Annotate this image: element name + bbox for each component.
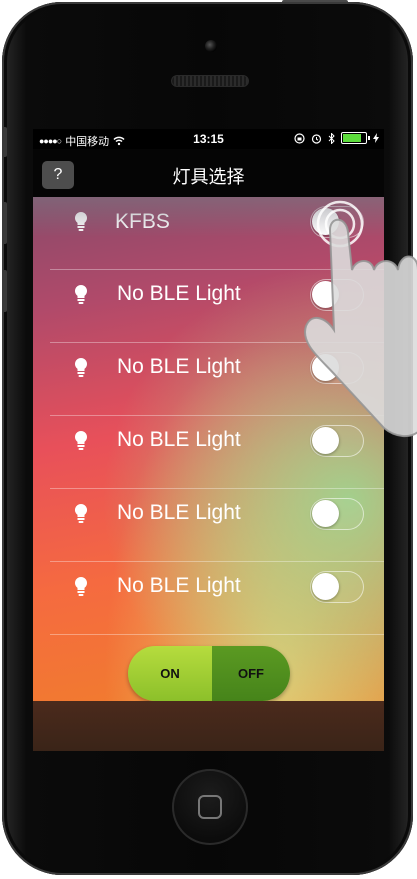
light-toggle[interactable] [310, 571, 364, 603]
light-row[interactable]: KFBS [33, 197, 384, 270]
front-camera [205, 40, 217, 52]
light-row[interactable]: No BLE Light [33, 343, 384, 416]
bottom-bar [33, 701, 384, 751]
light-toggle[interactable] [310, 352, 364, 384]
volume-down-button [2, 270, 7, 312]
light-row[interactable]: No BLE Light [33, 270, 384, 343]
light-name: KFBS [115, 210, 170, 233]
light-toggle[interactable] [310, 279, 364, 311]
light-name: No BLE Light [117, 428, 241, 451]
home-square-icon [198, 795, 222, 819]
lightbulb-icon [74, 430, 88, 450]
lightbulb-icon [74, 576, 88, 596]
toggle-knob [312, 354, 339, 381]
status-bar: ●●●●○ 中国移动 13:15 [33, 129, 384, 149]
row-divider [50, 634, 384, 635]
light-toggle[interactable] [310, 206, 364, 238]
toggle-knob [312, 208, 339, 235]
toggle-knob [312, 500, 339, 527]
volume-up-button [2, 202, 7, 244]
all-off-button[interactable]: OFF [212, 646, 290, 701]
home-button[interactable] [172, 769, 248, 845]
toggle-knob [312, 281, 339, 308]
lightbulb-icon [74, 357, 88, 377]
master-on-off-switch: ON OFF [128, 646, 290, 701]
light-name: No BLE Light [117, 501, 241, 524]
alarm-icon [311, 133, 322, 144]
light-name: No BLE Light [117, 282, 241, 305]
light-row[interactable]: No BLE Light [33, 416, 384, 489]
toggle-knob [312, 427, 339, 454]
earpiece-speaker [171, 75, 249, 87]
mute-switch [2, 127, 7, 157]
light-name: No BLE Light [117, 574, 241, 597]
rotation-lock-icon [294, 132, 305, 144]
light-list: KFBS No BLE Light No BLE Light No BLE Li… [33, 197, 384, 701]
light-name: No BLE Light [117, 355, 241, 378]
page-title: 灯具选择 [172, 167, 245, 187]
navigation-bar: ? 灯具选择 [33, 149, 384, 197]
lightbulb-icon [74, 284, 88, 304]
light-toggle[interactable] [310, 425, 364, 457]
app-screen: ●●●●○ 中国移动 13:15 ? 灯具选择 KFBS No BLE Ligh… [33, 129, 384, 751]
bluetooth-icon [328, 132, 335, 144]
light-toggle[interactable] [310, 498, 364, 530]
lightbulb-icon [74, 503, 88, 523]
battery-icon [341, 132, 370, 144]
light-row[interactable]: No BLE Light [33, 562, 384, 635]
toggle-knob [312, 573, 339, 600]
lightbulb-icon [74, 211, 88, 231]
charging-icon [373, 133, 379, 143]
light-row[interactable]: No BLE Light [33, 489, 384, 562]
all-on-button[interactable]: ON [128, 646, 212, 701]
